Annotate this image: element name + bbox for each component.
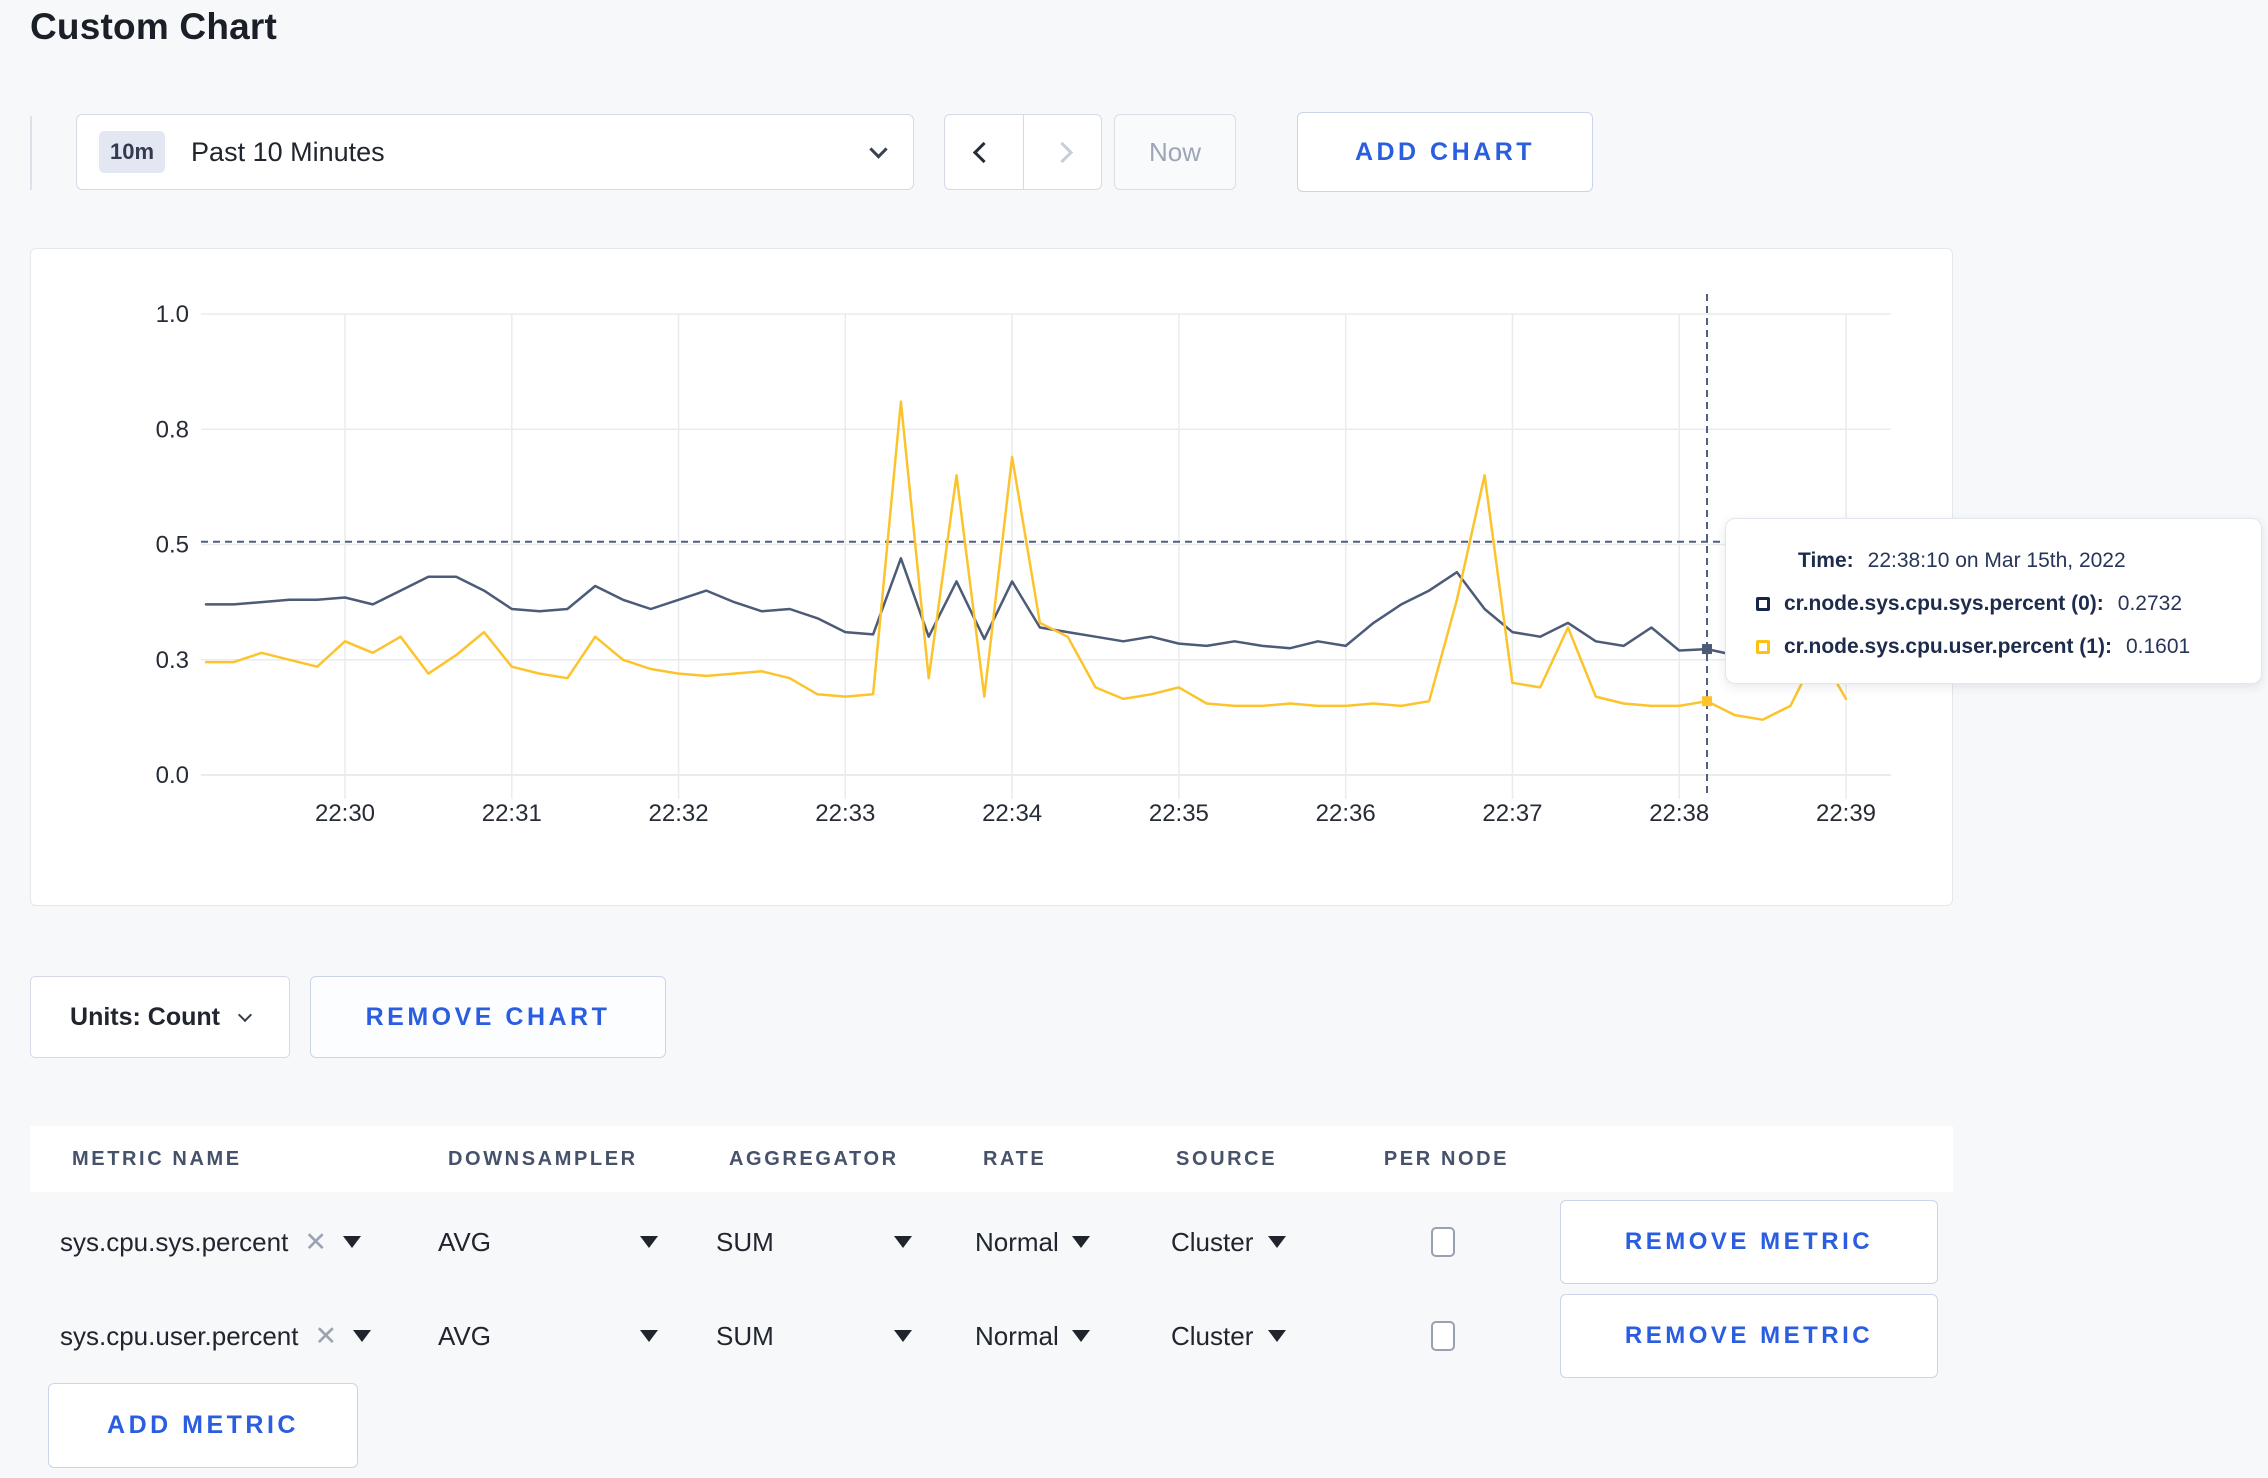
metric-name-value[interactable]: sys.cpu.sys.percent bbox=[60, 1227, 288, 1258]
caret-down-icon bbox=[640, 1236, 658, 1248]
time-window-label: Past 10 Minutes bbox=[191, 136, 385, 167]
caret-down-icon bbox=[640, 1330, 658, 1342]
clear-metric-icon[interactable]: ✕ bbox=[314, 1321, 337, 1352]
caret-down-icon bbox=[894, 1236, 912, 1248]
tooltip-series-name: cr.node.sys.cpu.user.percent (1): bbox=[1784, 635, 2112, 658]
source-select[interactable]: Cluster bbox=[1160, 1227, 1355, 1258]
custom-chart-panel[interactable]: 0.0 0.3 0.5 0.8 1.0 22:30 22:31 22:32 22:33 22:34… bbox=[30, 248, 1953, 906]
tooltip-series-name: cr.node.sys.cpu.sys.percent (0): bbox=[1784, 592, 2104, 615]
aggregator-value: SUM bbox=[716, 1320, 774, 1351]
metric-row: sys.cpu.user.percent ✕ AVG SUM Normal Cl… bbox=[30, 1290, 1953, 1382]
add-metric-button[interactable]: ADD METRIC bbox=[48, 1383, 358, 1468]
caret-down-icon bbox=[1268, 1330, 1287, 1342]
line-chart[interactable]: 0.0 0.3 0.5 0.8 1.0 22:30 22:31 22:32 22:33 22:34… bbox=[31, 249, 1954, 907]
tooltip-time-value: 22:38:10 on Mar 15th, 2022 bbox=[1867, 549, 2126, 572]
rate-value: Normal bbox=[975, 1320, 1059, 1351]
metrics-table-header: METRIC NAME DOWNSAMPLER AGGREGATOR RATE … bbox=[30, 1126, 1953, 1192]
units-label: Units: Count bbox=[70, 1002, 220, 1031]
chevron-left-icon bbox=[973, 141, 995, 163]
time-window-badge: 10m bbox=[99, 131, 166, 173]
chevron-right-icon bbox=[1051, 141, 1073, 163]
aggregator-select[interactable]: SUM bbox=[716, 1227, 912, 1258]
chevron-down-icon bbox=[237, 1007, 253, 1022]
downsampler-select[interactable]: AVG bbox=[438, 1227, 658, 1258]
svg-text:22:39: 22:39 bbox=[1816, 800, 1876, 827]
remove-chart-button[interactable]: REMOVE CHART bbox=[310, 976, 666, 1058]
svg-text:22:34: 22:34 bbox=[982, 800, 1042, 827]
downsampler-select[interactable]: AVG bbox=[438, 1321, 658, 1352]
aggregator-select[interactable]: SUM bbox=[716, 1321, 912, 1352]
source-value: Cluster bbox=[1171, 1226, 1254, 1257]
svg-text:1.0: 1.0 bbox=[156, 301, 189, 328]
rate-select[interactable]: Normal bbox=[965, 1321, 1160, 1352]
tooltip-series-value: 0.1601 bbox=[2125, 635, 2191, 658]
rate-value: Normal bbox=[975, 1226, 1059, 1257]
add-chart-button[interactable]: ADD CHART bbox=[1297, 112, 1593, 192]
clear-metric-icon[interactable]: ✕ bbox=[304, 1227, 327, 1258]
page-title: Custom Chart bbox=[30, 6, 278, 47]
caret-down-icon bbox=[894, 1330, 912, 1342]
svg-text:22:32: 22:32 bbox=[649, 800, 709, 827]
per-node-checkbox[interactable] bbox=[1430, 1321, 1455, 1351]
tooltip-series-value: 0.2732 bbox=[2117, 592, 2183, 615]
svg-text:0.3: 0.3 bbox=[156, 647, 189, 674]
downsampler-value: AVG bbox=[438, 1320, 491, 1351]
time-back-button[interactable] bbox=[945, 115, 1024, 189]
svg-text:0.0: 0.0 bbox=[156, 762, 189, 789]
svg-text:22:36: 22:36 bbox=[1316, 800, 1376, 827]
now-button[interactable]: Now bbox=[1114, 114, 1236, 190]
caret-down-icon bbox=[1071, 1330, 1090, 1342]
time-nav-group bbox=[944, 114, 1102, 190]
tooltip-time-label: Time: bbox=[1798, 549, 1854, 572]
remove-metric-button[interactable]: REMOVE METRIC bbox=[1560, 1294, 1938, 1378]
column-header-aggregator: AGGREGATOR bbox=[729, 1147, 899, 1170]
per-node-checkbox[interactable] bbox=[1430, 1227, 1455, 1257]
rate-select[interactable]: Normal bbox=[965, 1227, 1160, 1258]
source-select[interactable]: Cluster bbox=[1160, 1321, 1355, 1352]
metric-row: sys.cpu.sys.percent ✕ AVG SUM Normal Clu… bbox=[30, 1196, 1953, 1288]
source-value: Cluster bbox=[1171, 1320, 1254, 1351]
downsampler-value: AVG bbox=[438, 1226, 491, 1257]
series-swatch-sys bbox=[1756, 597, 1770, 611]
caret-down-icon bbox=[1071, 1236, 1090, 1248]
units-dropdown[interactable]: Units: Count bbox=[30, 976, 290, 1058]
metric-name-value[interactable]: sys.cpu.user.percent bbox=[60, 1321, 298, 1352]
remove-metric-button[interactable]: REMOVE METRIC bbox=[1560, 1200, 1938, 1284]
svg-text:0.5: 0.5 bbox=[156, 532, 189, 559]
column-header-downsampler: DOWNSAMPLER bbox=[448, 1147, 638, 1170]
time-window-dropdown[interactable]: 10m Past 10 Minutes bbox=[76, 114, 914, 190]
column-header-source: SOURCE bbox=[1176, 1147, 1278, 1170]
caret-down-icon[interactable] bbox=[353, 1330, 372, 1342]
svg-text:22:35: 22:35 bbox=[1149, 800, 1209, 827]
column-header-per-node: PER NODE bbox=[1383, 1147, 1510, 1170]
chart-tooltip: Time: 22:38:10 on Mar 15th, 2022 cr.node… bbox=[1725, 518, 2262, 684]
chevron-down-icon bbox=[869, 139, 888, 159]
svg-text:0.8: 0.8 bbox=[156, 416, 189, 443]
column-header-rate: RATE bbox=[983, 1147, 1047, 1170]
time-forward-button[interactable] bbox=[1024, 115, 1102, 189]
svg-text:22:30: 22:30 bbox=[315, 800, 375, 827]
svg-text:22:38: 22:38 bbox=[1649, 800, 1709, 827]
column-header-metric-name: METRIC NAME bbox=[72, 1147, 242, 1170]
svg-text:22:31: 22:31 bbox=[482, 800, 542, 827]
series-swatch-user bbox=[1756, 640, 1770, 654]
caret-down-icon[interactable] bbox=[342, 1236, 361, 1248]
caret-down-icon bbox=[1268, 1236, 1287, 1248]
svg-text:22:33: 22:33 bbox=[815, 800, 875, 827]
toolbar-divider bbox=[30, 116, 32, 190]
aggregator-value: SUM bbox=[716, 1226, 774, 1257]
svg-text:22:37: 22:37 bbox=[1482, 800, 1542, 827]
